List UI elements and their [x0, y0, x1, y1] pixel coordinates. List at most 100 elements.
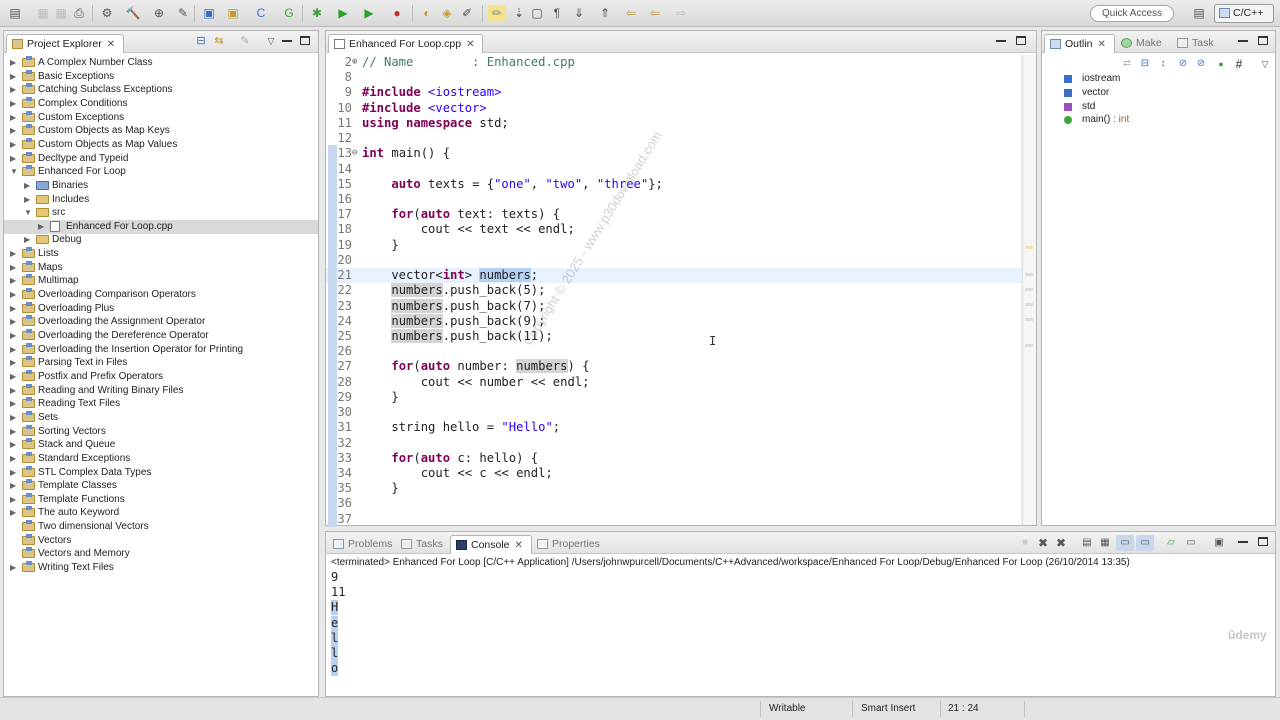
collapse-arrow-icon[interactable]: ▶ [24, 179, 32, 193]
show-stdout-icon[interactable]: ▭ [1116, 535, 1134, 551]
hide-nonpublic-icon[interactable]: ● [1212, 56, 1230, 72]
overview-mark[interactable] [1025, 288, 1033, 291]
tab-make[interactable]: Make [1116, 34, 1170, 53]
expand-arrow-icon[interactable]: ▼ [24, 206, 32, 220]
run-icon[interactable]: ▶ [334, 5, 352, 21]
code-line[interactable]: 15 auto texts = {"one", "two", "three"}; [326, 177, 1036, 192]
maximize-icon[interactable] [300, 36, 310, 45]
code-line[interactable]: 28 cout << number << endl; [326, 375, 1036, 390]
collapse-arrow-icon[interactable]: ▶ [10, 384, 18, 398]
next-annotation-icon[interactable]: ⇓ [570, 5, 588, 21]
highlight-icon[interactable]: ✏ [488, 5, 506, 21]
open-type-icon[interactable]: ◐ [418, 5, 436, 21]
collapse-arrow-icon[interactable]: ▶ [10, 466, 18, 480]
print-icon[interactable]: ⎙ [70, 5, 88, 21]
collapse-arrow-icon[interactable]: ▶ [10, 370, 18, 384]
tab-console[interactable]: Console ✕ [450, 535, 532, 554]
collapse-arrow-icon[interactable]: ▶ [10, 288, 18, 302]
collapse-arrow-icon[interactable]: ▶ [10, 438, 18, 452]
show-whitespace-icon[interactable]: ¶ [548, 5, 566, 21]
new-project-icon[interactable]: ▣ [200, 5, 218, 21]
mark-icon[interactable]: ⇣ [510, 5, 528, 21]
hide-fields-icon[interactable]: ⊘ [1174, 56, 1192, 72]
code-line[interactable]: 19 } [326, 238, 1036, 253]
collapse-all-icon[interactable]: ⊟ [1136, 56, 1154, 72]
new-folder-icon[interactable]: ▣ [224, 5, 242, 21]
fold-toggle-icon[interactable]: ⊖ [352, 146, 357, 161]
code-line[interactable]: 13 ⊖ int main() { [326, 146, 1036, 161]
fold-toggle-icon[interactable]: ⊕ [352, 55, 357, 70]
perspective-cpp-button[interactable]: C/C++ [1214, 4, 1274, 23]
minimize-icon[interactable] [1238, 40, 1248, 42]
clear-console-icon[interactable]: ▤ [1078, 535, 1096, 551]
overview-mark[interactable] [1025, 303, 1033, 306]
pin-console-icon[interactable]: ▱ [1162, 535, 1180, 551]
collapse-arrow-icon[interactable]: ▶ [24, 193, 32, 207]
link-editor-icon[interactable]: ⇆ [210, 33, 228, 49]
terminate-icon[interactable]: ■ [1016, 535, 1034, 551]
collapse-arrow-icon[interactable]: ▶ [10, 356, 18, 370]
collapse-arrow-icon[interactable]: ▶ [10, 425, 18, 439]
maximize-icon[interactable] [1258, 537, 1268, 546]
code-line[interactable]: 14 [326, 162, 1036, 177]
collapse-arrow-icon[interactable]: ▶ [10, 329, 18, 343]
external-tools-icon[interactable]: ● [388, 5, 406, 21]
tab-outline[interactable]: Outlin ✕ [1044, 34, 1115, 53]
collapse-arrow-icon[interactable]: ▶ [10, 70, 18, 84]
settings-icon[interactable]: ⚙ [98, 5, 116, 21]
code-line[interactable]: 36 [326, 496, 1036, 511]
collapse-arrow-icon[interactable]: ▶ [10, 452, 18, 466]
tab-task[interactable]: Task [1172, 34, 1222, 53]
maximize-icon[interactable] [1258, 36, 1268, 45]
editor-scrollbar[interactable] [1021, 55, 1022, 525]
sync-icon[interactable]: ⇄ [1118, 56, 1136, 72]
run-config-icon[interactable]: ▶ [360, 5, 378, 21]
forward-disabled-icon[interactable]: ⇨ [672, 5, 690, 21]
code-line[interactable]: 9 #include <iostream> [326, 85, 1036, 100]
code-line[interactable]: 10 #include <vector> [326, 101, 1036, 116]
console-output[interactable]: <terminated> Enhanced For Loop [C/C++ Ap… [326, 556, 1275, 696]
display-console-icon[interactable]: ▭ [1182, 535, 1200, 551]
collapse-arrow-icon[interactable]: ▶ [24, 233, 32, 247]
overview-mark[interactable] [1025, 318, 1033, 321]
close-icon[interactable]: ✕ [1097, 39, 1105, 50]
code-line[interactable]: 18 cout << text << endl; [326, 222, 1036, 237]
collapse-all-icon[interactable]: ⊟ [192, 33, 210, 49]
quick-access-input[interactable]: Quick Access [1090, 5, 1174, 22]
show-stderr-icon[interactable]: ▭ [1136, 535, 1154, 551]
code-line[interactable]: 11 using namespace std; [326, 116, 1036, 131]
minimize-icon[interactable] [1238, 541, 1248, 543]
code-line[interactable]: 29 } [326, 390, 1036, 405]
collapse-arrow-icon[interactable]: ▶ [10, 83, 18, 97]
minimize-icon[interactable] [996, 40, 1006, 42]
search-tool-icon[interactable]: ✐ [458, 5, 476, 21]
filter-icon[interactable]: ✎ [236, 33, 254, 49]
collapse-arrow-icon[interactable]: ▶ [10, 274, 18, 288]
tree-item[interactable]: ▶ Enhanced For Loop.cpp [4, 219, 318, 234]
code-line[interactable]: 23 numbers.push_back(7); [326, 298, 1036, 314]
collapse-arrow-icon[interactable]: ▶ [10, 302, 18, 316]
code-editor[interactable]: 2 ⊕ // Name : Enhanced.cpp 8 9 #include <iost… [326, 55, 1036, 526]
new-class-icon[interactable]: C [252, 5, 270, 21]
collapse-arrow-icon[interactable]: ▶ [10, 343, 18, 357]
new-icon[interactable]: ▤ [6, 5, 24, 21]
expand-arrow-icon[interactable]: ▼ [10, 165, 18, 179]
code-line[interactable]: 34 cout << c << endl; [326, 466, 1036, 481]
code-line[interactable]: 27 for(auto number: numbers) { [326, 359, 1036, 374]
collapse-arrow-icon[interactable]: ▶ [10, 56, 18, 70]
collapse-arrow-icon[interactable]: ▶ [10, 411, 18, 425]
collapse-arrow-icon[interactable]: ▶ [10, 561, 18, 575]
build-icon[interactable]: 🔨 [124, 5, 142, 21]
close-icon[interactable]: ✕ [107, 39, 115, 50]
code-line[interactable]: 33 for(auto c: hello) { [326, 451, 1036, 466]
collapse-arrow-icon[interactable]: ▶ [38, 220, 46, 234]
back-icon[interactable]: ⇦ [622, 5, 640, 21]
code-line[interactable]: 25 numbers.push_back(11); [326, 328, 1036, 344]
view-menu-icon[interactable]: ▽ [1256, 56, 1274, 72]
code-line[interactable]: 16 [326, 192, 1036, 207]
code-line[interactable]: 30 [326, 405, 1036, 420]
hide-macro-icon[interactable]: # [1230, 56, 1248, 72]
collapse-arrow-icon[interactable]: ▶ [10, 247, 18, 261]
collapse-arrow-icon[interactable]: ▶ [10, 506, 18, 520]
collapse-arrow-icon[interactable]: ▶ [10, 138, 18, 152]
